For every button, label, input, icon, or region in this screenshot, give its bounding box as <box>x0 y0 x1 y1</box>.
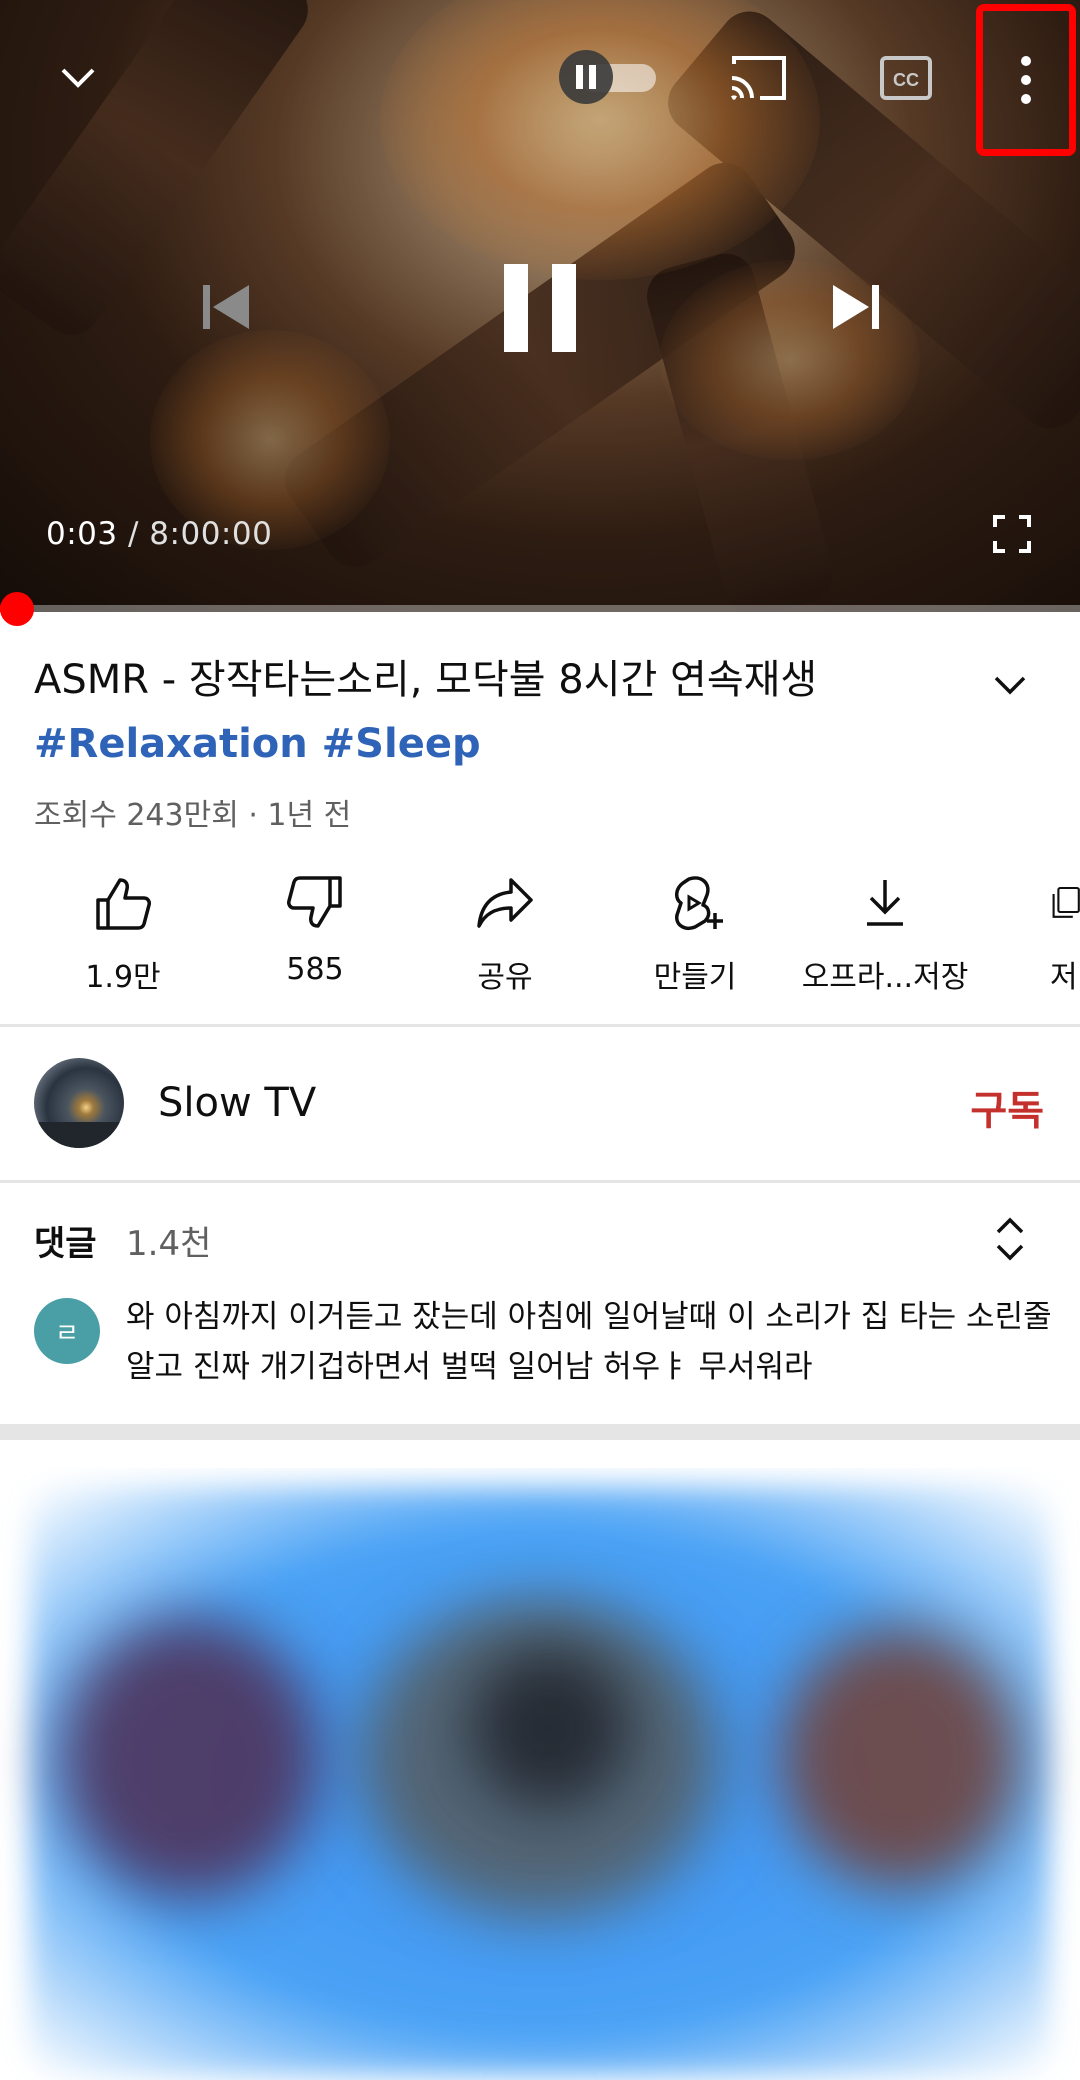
current-time: 0:03 <box>46 516 118 552</box>
comments-expand-button[interactable] <box>986 1214 1034 1264</box>
thumbs-down-icon <box>287 876 342 928</box>
save-label: 저 <box>1050 960 1078 995</box>
channel-avatar[interactable] <box>34 1058 124 1148</box>
commenter-avatar: ㄹ <box>34 1298 100 1364</box>
top-comment-text: 와 아침까지 이거듣고 잤는데 아침에 일어날때 이 소리가 집 타는 소린줄 … <box>126 1299 1052 1385</box>
section-divider <box>0 1180 1080 1183</box>
time-separator: / <box>127 516 139 552</box>
skip-next-icon <box>833 285 879 329</box>
next-button[interactable] <box>822 272 892 342</box>
download-button[interactable]: 오프라...저장 <box>790 868 980 996</box>
play-pause-button[interactable] <box>490 256 590 360</box>
download-icon <box>867 880 903 926</box>
cast-icon <box>731 56 786 100</box>
create-label: 만들기 <box>653 960 737 995</box>
like-count: 1.9만 <box>85 960 161 995</box>
fullscreen-button[interactable] <box>990 512 1034 556</box>
video-meta: 조회수 243만회 · 1년 전 <box>34 798 352 833</box>
video-title-block[interactable]: ASMR - 장작타는소리, 모닥불 8시간 연속재생 #Relaxation … <box>34 648 974 776</box>
highlight-box <box>976 4 1076 156</box>
fullscreen-icon <box>993 515 1031 553</box>
progress-bar[interactable] <box>0 605 1080 612</box>
comments-count: 1.4천 <box>126 1224 212 1264</box>
channel-name[interactable]: Slow TV <box>158 1080 316 1126</box>
thumbnail-blur-blob <box>60 1618 320 1898</box>
share-button[interactable]: 공유 <box>410 868 600 996</box>
progress-scrubber[interactable] <box>0 592 34 626</box>
download-label: 오프라...저장 <box>801 960 969 995</box>
autoplay-toggle[interactable] <box>556 46 660 108</box>
like-button[interactable]: 1.9만 <box>28 868 218 996</box>
section-divider <box>0 1024 1080 1027</box>
video-hashtags[interactable]: #Relaxation #Sleep <box>34 721 481 767</box>
svg-text:CC: CC <box>893 70 919 90</box>
thumbnail-blur-blob <box>780 1628 1020 1888</box>
cc-icon: CC <box>880 56 932 100</box>
pause-icon <box>504 264 576 352</box>
section-separator <box>0 1424 1080 1440</box>
video-player[interactable]: CC 0:03 / 8:00:00 <box>0 0 1080 612</box>
save-button[interactable]: 저 <box>980 868 1080 996</box>
save-icon <box>1052 886 1080 918</box>
remix-icon <box>675 876 723 930</box>
playback-time: 0:03 / 8:00:00 <box>46 516 272 552</box>
total-duration: 8:00:00 <box>149 516 273 552</box>
skip-previous-icon <box>203 285 249 329</box>
expand-description-button[interactable] <box>986 660 1034 708</box>
dislike-count: 585 <box>286 952 344 987</box>
dislike-button[interactable]: 585 <box>220 868 410 987</box>
chevron-down-icon <box>994 676 1026 695</box>
subscribe-button[interactable]: 구독 <box>970 1078 1044 1136</box>
thumbs-up-icon <box>96 878 151 930</box>
create-button[interactable]: 만들기 <box>600 868 790 996</box>
autoplay-toggle-icon <box>559 50 656 104</box>
comments-label: 댓글 <box>34 1224 97 1264</box>
share-label: 공유 <box>477 960 533 995</box>
next-video-thumbnail[interactable] <box>0 1468 1080 2080</box>
thumbnail-blur-blob <box>470 1648 630 1808</box>
chevron-down-icon <box>61 68 95 88</box>
unfold-icon <box>996 1217 1024 1261</box>
video-title: ASMR - 장작타는소리, 모닥불 8시간 연속재생 #Relaxation … <box>34 648 974 776</box>
cast-button[interactable] <box>726 48 790 108</box>
collapse-player-button[interactable] <box>48 48 108 108</box>
previous-button[interactable] <box>190 272 260 342</box>
video-title-text: ASMR - 장작타는소리, 모닥불 8시간 연속재생 <box>34 657 818 703</box>
captions-button[interactable]: CC <box>878 50 934 106</box>
share-icon <box>477 878 533 928</box>
